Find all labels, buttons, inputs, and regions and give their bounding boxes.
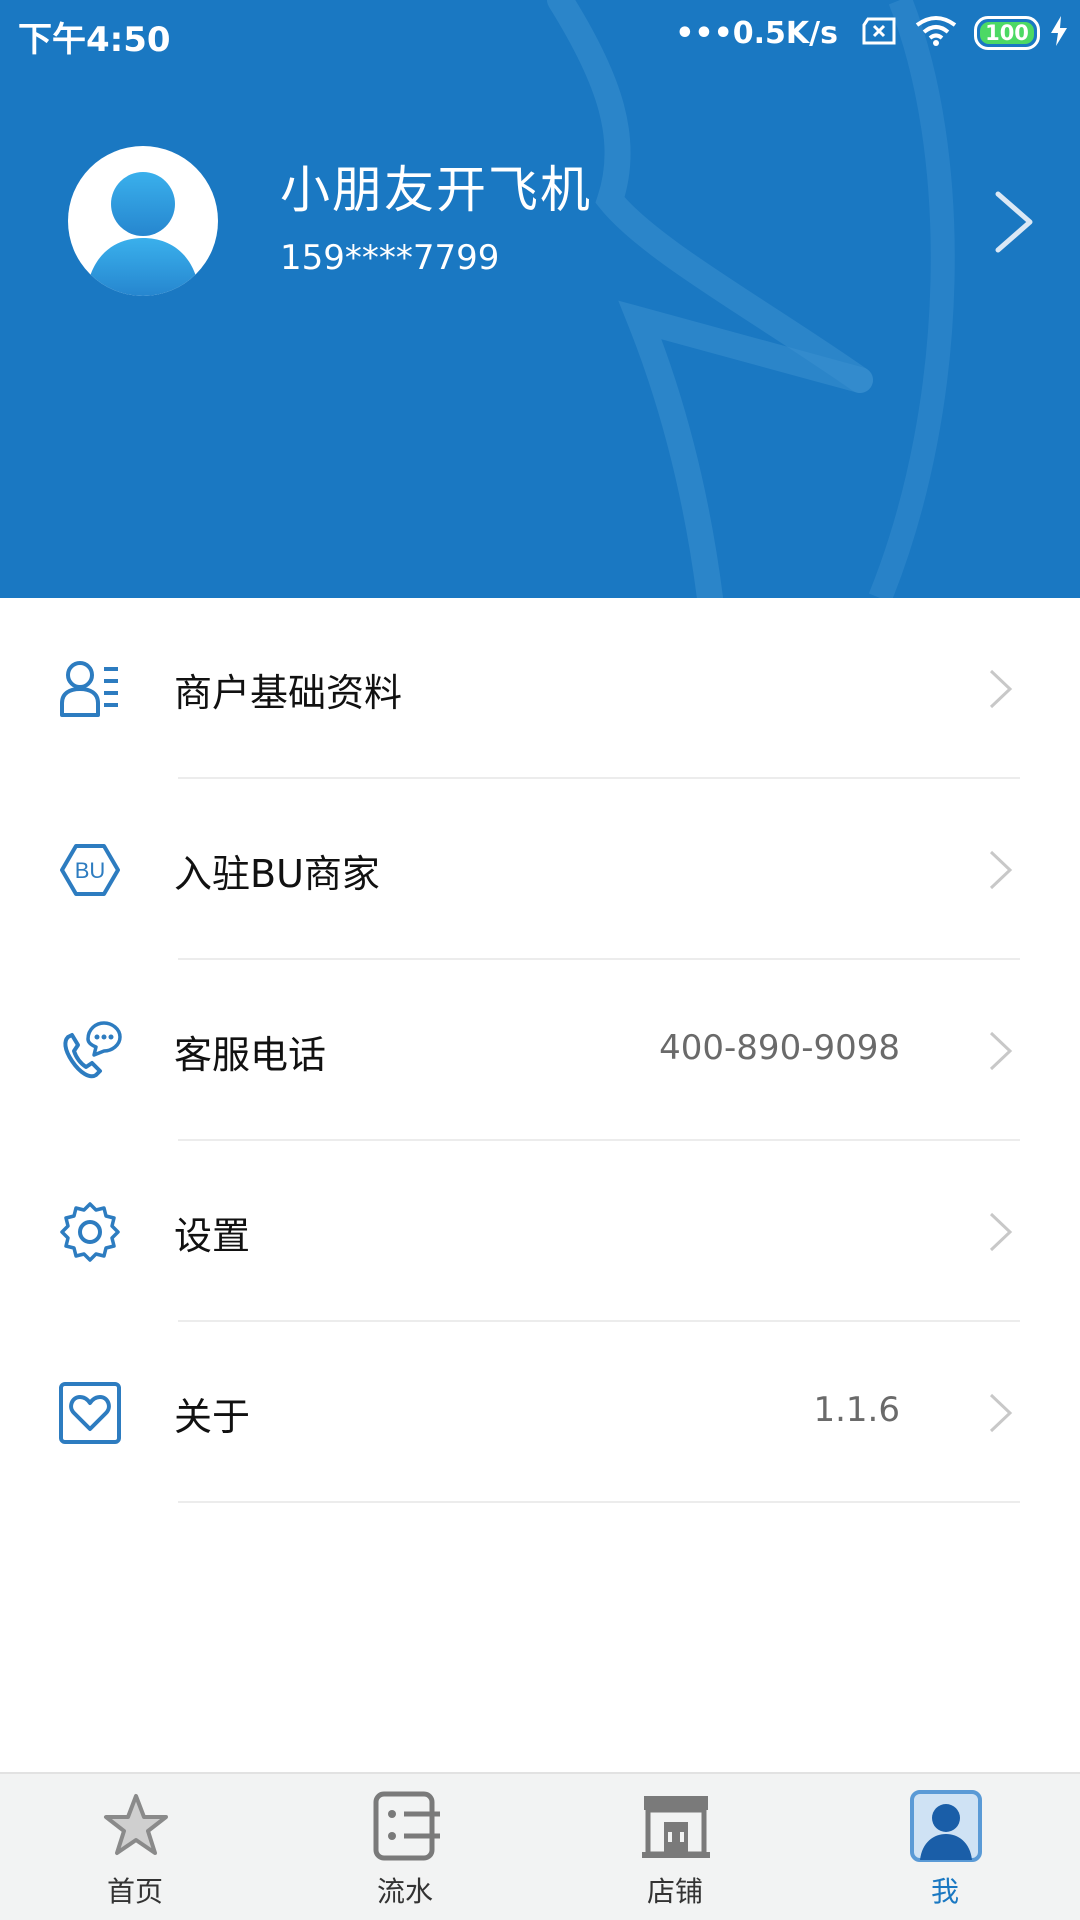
avatar-person-icon — [86, 172, 200, 296]
menu-label: 入驻BU商家 — [174, 852, 380, 896]
phone-chat-icon — [58, 1019, 122, 1083]
header-decoration — [547, 0, 955, 598]
menu-label: 关于 — [174, 1395, 251, 1439]
status-indicators: •••0.5K/s 100 — [675, 10, 1068, 56]
tab-home[interactable]: 首页 — [0, 1774, 270, 1920]
profile-header: 下午4:50 •••0.5K/s 100 小朋友开飞机 159****7799 — [0, 0, 1080, 598]
menu-item-settings[interactable]: 设置 — [0, 1141, 1080, 1322]
menu-item-customer-service[interactable]: 客服电话 400-890-9098 — [0, 960, 1080, 1141]
status-bar: 下午4:50 •••0.5K/s 100 — [0, 0, 1080, 66]
profile-chevron-icon[interactable] — [992, 190, 1036, 258]
tab-label: 店铺 — [646, 1875, 703, 1908]
tab-label: 我 — [930, 1875, 959, 1908]
tab-transactions[interactable]: 流水 — [270, 1774, 540, 1920]
menu-item-about[interactable]: 关于 1.1.6 — [0, 1322, 1080, 1503]
chevron-right-icon — [988, 1392, 1014, 1438]
profile-page: 下午4:50 •••0.5K/s 100 小朋友开飞机 159****7799 … — [0, 0, 1080, 1920]
tab-me[interactable]: 我 — [810, 1774, 1080, 1920]
heart-box-icon — [58, 1381, 122, 1445]
network-speed-value: 0.5K/s — [732, 15, 838, 51]
tab-label: 首页 — [106, 1875, 163, 1908]
bottom-tab-bar: 首页 流水 店铺 我 — [0, 1772, 1080, 1920]
chevron-right-icon — [988, 1211, 1014, 1257]
battery-indicator: 100 — [974, 16, 1040, 50]
svg-text:BU: BU — [75, 858, 106, 883]
status-time: 下午4:50 — [18, 20, 171, 60]
menu-item-merchant-info[interactable]: 商户基础资料 — [0, 598, 1080, 779]
wifi-icon — [914, 15, 958, 51]
bu-hexagon-icon: BU — [58, 838, 122, 902]
chevron-right-icon — [988, 668, 1014, 714]
profile-phone: 159****7799 — [280, 238, 500, 278]
status-network-speed: •••0.5K/s — [675, 15, 838, 51]
customer-service-phone: 400-890-9098 — [659, 1028, 900, 1068]
menu-label: 商户基础资料 — [174, 671, 403, 715]
star-icon — [100, 1790, 172, 1862]
chevron-right-icon — [988, 1030, 1014, 1076]
charging-icon — [1050, 16, 1068, 50]
chevron-right-icon — [988, 849, 1014, 895]
battery-level: 100 — [985, 21, 1029, 45]
divider — [178, 1501, 1020, 1503]
profile-name: 小朋友开飞机 — [280, 161, 592, 219]
ledger-icon — [370, 1790, 442, 1862]
avatar[interactable] — [68, 146, 218, 296]
menu-item-join-bu[interactable]: BU 入驻BU商家 — [0, 779, 1080, 960]
menu-label: 设置 — [174, 1214, 251, 1258]
gear-icon — [58, 1200, 122, 1264]
sim-icon — [860, 17, 898, 49]
store-icon — [640, 1790, 712, 1862]
menu-label: 客服电话 — [174, 1033, 327, 1077]
user-icon — [910, 1790, 982, 1862]
tab-label: 流水 — [376, 1875, 433, 1908]
merchant-profile-icon — [58, 657, 122, 721]
app-version: 1.1.6 — [813, 1390, 900, 1430]
settings-menu: 商户基础资料 BU 入驻BU商家 客服电话 400-890-9098 设置 关于… — [0, 598, 1080, 1503]
tab-store[interactable]: 店铺 — [540, 1774, 810, 1920]
